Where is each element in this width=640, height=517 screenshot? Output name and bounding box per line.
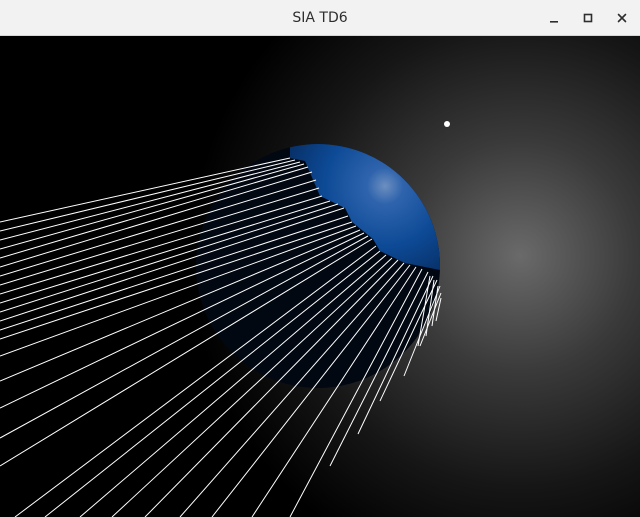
- app-window: SIA TD6: [0, 0, 640, 517]
- minimize-icon: [550, 21, 558, 23]
- render-canvas[interactable]: [0, 36, 640, 517]
- light-source-dot: [444, 121, 450, 127]
- gl-viewport[interactable]: [0, 36, 640, 517]
- close-icon: [617, 13, 627, 23]
- minimize-button[interactable]: [542, 6, 566, 30]
- close-button[interactable]: [610, 6, 634, 30]
- title-bar[interactable]: SIA TD6: [0, 0, 640, 36]
- maximize-icon: [583, 13, 593, 23]
- maximize-button[interactable]: [576, 6, 600, 30]
